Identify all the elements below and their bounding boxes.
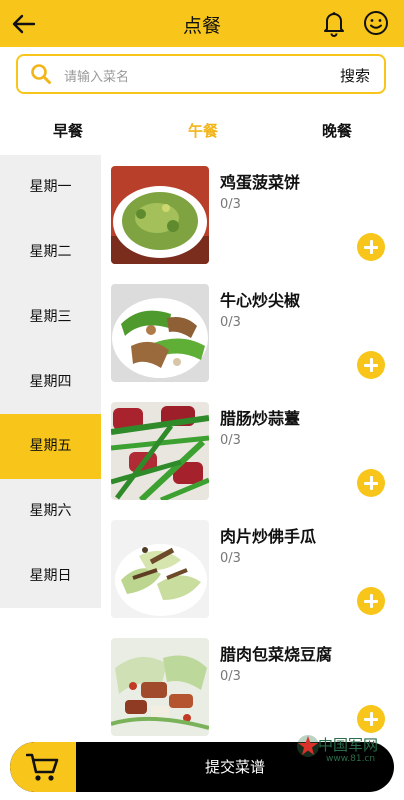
- shopping-cart-icon: [26, 753, 59, 781]
- dish-name: 腊肠炒蒜薹: [220, 409, 301, 428]
- dish-item: 牛心炒尖椒 0/3: [111, 284, 397, 402]
- dish-count: 0/3: [220, 315, 241, 330]
- bell-icon[interactable]: [320, 9, 348, 37]
- app-header: 点餐: [0, 0, 404, 47]
- add-dish-button[interactable]: [357, 587, 385, 615]
- add-dish-button[interactable]: [357, 351, 385, 379]
- dish-name: 腊肉包菜烧豆腐: [220, 645, 333, 664]
- dish-name: 牛心炒尖椒: [220, 291, 301, 310]
- dish-count: 0/3: [220, 669, 241, 684]
- sidebar-item-saturday[interactable]: 星期六: [0, 479, 101, 544]
- cart-button[interactable]: [10, 742, 76, 792]
- dish-item: 肉片炒佛手瓜 0/3: [111, 520, 397, 638]
- add-dish-button[interactable]: [357, 469, 385, 497]
- watermark: 中国军网 www.81.cn: [296, 732, 396, 768]
- search-button[interactable]: 搜索: [340, 65, 370, 86]
- dish-photo: [111, 402, 209, 500]
- sidebar-item-tuesday[interactable]: 星期二: [0, 220, 101, 285]
- meal-tabs: 早餐 午餐 晚餐: [0, 112, 404, 148]
- dish-count: 0/3: [220, 433, 241, 448]
- smiley-icon[interactable]: [362, 9, 390, 37]
- dish-count: 0/3: [220, 197, 241, 212]
- watermark-text: 中国军网: [318, 736, 379, 754]
- sidebar-item-monday[interactable]: 星期一: [0, 155, 101, 220]
- watermark-url: www.81.cn: [326, 754, 376, 764]
- dish-photo: [111, 638, 209, 736]
- tab-breakfast[interactable]: 早餐: [53, 120, 83, 141]
- add-dish-button[interactable]: [357, 233, 385, 261]
- day-sidebar: 星期一 星期二 星期三 星期四 星期五 星期六 星期日: [0, 155, 101, 608]
- dish-photo: [111, 284, 209, 382]
- search-bar: 请输入菜名 搜索: [16, 54, 386, 94]
- tab-lunch[interactable]: 午餐: [188, 120, 218, 141]
- dish-count: 0/3: [220, 551, 241, 566]
- star-logo-icon: [297, 735, 319, 757]
- dish-photo: [111, 520, 209, 618]
- tab-dinner[interactable]: 晚餐: [322, 120, 352, 141]
- search-input[interactable]: 请输入菜名: [64, 66, 129, 85]
- dish-name: 鸡蛋菠菜饼: [220, 173, 301, 192]
- add-dish-button[interactable]: [357, 705, 385, 733]
- sidebar-item-wednesday[interactable]: 星期三: [0, 285, 101, 350]
- dish-item: 腊肠炒蒜薹 0/3: [111, 402, 397, 520]
- search-icon: [31, 64, 51, 84]
- dish-item: 鸡蛋菠菜饼 0/3: [111, 166, 397, 284]
- sidebar-item-thursday[interactable]: 星期四: [0, 350, 101, 415]
- sidebar-item-friday[interactable]: 星期五: [0, 414, 101, 479]
- dish-photo: [111, 166, 209, 264]
- sidebar-item-sunday[interactable]: 星期日: [0, 544, 101, 609]
- dish-name: 肉片炒佛手瓜: [220, 527, 317, 546]
